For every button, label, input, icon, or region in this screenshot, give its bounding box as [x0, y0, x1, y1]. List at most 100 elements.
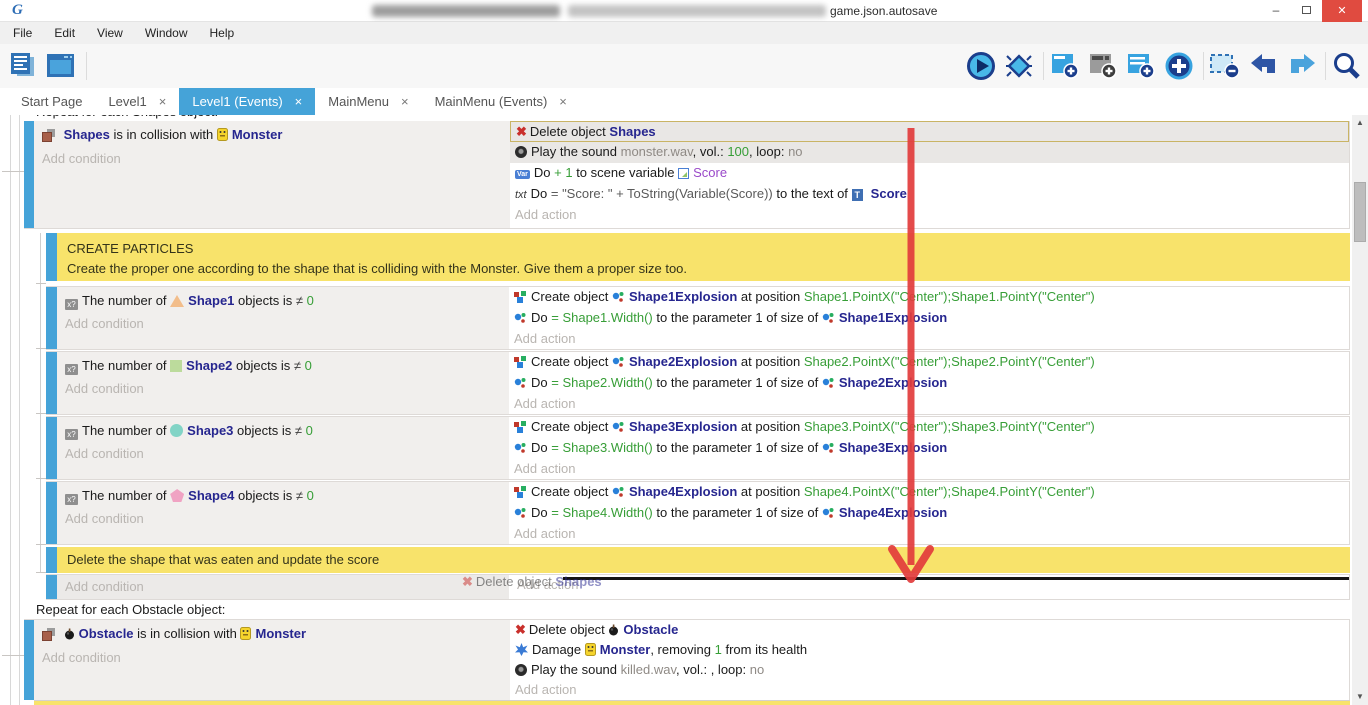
scene-editor-icon[interactable] — [46, 51, 76, 81]
add-action-link[interactable]: Add action — [510, 205, 1349, 226]
add-action-link[interactable]: Add action — [509, 394, 1349, 414]
scroll-down-icon[interactable]: ▼ — [1352, 689, 1368, 705]
conditions-cell[interactable]: Shapes is in collision with Monster Add … — [34, 121, 510, 228]
action-size-shape4explosion[interactable]: Do = Shape4.Width() to the parameter 1 o… — [509, 503, 1349, 524]
add-condition-link[interactable]: Add condition — [65, 511, 501, 526]
action-create-shape1explosion[interactable]: Create object Shape1Explosion at positio… — [509, 287, 1349, 308]
action-create-shape3explosion[interactable]: Create object Shape3Explosion at positio… — [509, 417, 1349, 438]
comment-create-particles[interactable]: CREATE PARTICLES Create the proper one a… — [46, 233, 1350, 281]
menu-help[interactable]: Help — [199, 22, 246, 44]
conditions-cell[interactable]: x?The number of Shape3 objects is ≠ 0 Ad… — [57, 417, 509, 479]
tree-connector — [36, 348, 46, 349]
action-delete-obstacle[interactable]: ✖Delete object Obstacle — [510, 620, 1349, 640]
action-play-sound-killed[interactable]: Play the sound killed.wav, vol.: , loop:… — [510, 660, 1349, 680]
add-comment-icon[interactable] — [1126, 51, 1156, 81]
minimize-button[interactable]: – — [1262, 0, 1290, 22]
actions-cell: Create object Shape2Explosion at positio… — [509, 352, 1349, 414]
add-condition-link[interactable]: Add condition — [65, 316, 501, 331]
tab-level1-events[interactable]: Level1 (Events)× — [179, 88, 315, 115]
particles-icon — [514, 442, 527, 458]
collision-icon — [42, 628, 56, 640]
event-selection-bar — [46, 352, 57, 414]
toolbar — [0, 44, 1368, 88]
add-condition-link[interactable]: Add condition — [65, 446, 501, 461]
menu-file[interactable]: File — [2, 22, 43, 44]
action-size-shape3explosion[interactable]: Do = Shape3.Width() to the parameter 1 o… — [509, 438, 1349, 459]
condition-shapes-collision[interactable]: Shapes is in collision with Monster — [42, 126, 502, 145]
play-icon[interactable] — [966, 51, 996, 81]
action-create-shape4explosion[interactable]: Create object Shape4Explosion at positio… — [509, 482, 1349, 503]
close-tab-icon[interactable]: × — [559, 94, 567, 109]
menu-edit[interactable]: Edit — [43, 22, 86, 44]
event-shape4-particles[interactable]: x?The number of Shape4 objects is ≠ 0 Ad… — [46, 481, 1350, 545]
event-shape1-particles[interactable]: x?The number of Shape1 objects is ≠ 0 Ad… — [46, 286, 1350, 350]
conditions-cell[interactable]: x?The number of Shape2 objects is ≠ 0 Ad… — [57, 352, 509, 414]
event-selection-bar — [46, 547, 57, 573]
add-condition-link[interactable]: Add condition — [42, 650, 502, 665]
tab-level1[interactable]: Level1× — [95, 88, 179, 115]
conditions-cell[interactable]: x?The number of Shape1 objects is ≠ 0 Ad… — [57, 287, 509, 349]
tab-mainmenu-events[interactable]: MainMenu (Events)× — [422, 88, 580, 115]
action-delete-shapes[interactable]: ✖Delete object Shapes — [510, 121, 1349, 142]
event-selection-bar — [46, 233, 57, 281]
conditions-cell[interactable]: x?The number of Shape4 objects is ≠ 0 Ad… — [57, 482, 509, 544]
event-shape3-particles[interactable]: x?The number of Shape3 objects is ≠ 0 Ad… — [46, 416, 1350, 480]
close-tab-icon[interactable]: × — [295, 94, 303, 109]
bomb-icon — [64, 627, 75, 644]
condition-count-shape4[interactable]: x?The number of Shape4 objects is ≠ 0 — [65, 487, 501, 505]
event-obstacle-collision[interactable]: Obstacle is in collision with Monster Ad… — [24, 619, 1350, 700]
condition-count-shape2[interactable]: x?The number of Shape2 objects is ≠ 0 — [65, 357, 501, 375]
particles-icon — [514, 312, 527, 328]
undo-icon[interactable] — [1249, 51, 1279, 81]
debug-icon[interactable] — [1004, 51, 1034, 81]
event-repeat-obstacle-header[interactable]: Repeat for each Obstacle object: — [36, 602, 225, 617]
add-condition-link[interactable]: Add condition — [65, 579, 144, 594]
tab-start-page[interactable]: Start Page — [8, 88, 95, 115]
close-tab-icon[interactable]: × — [401, 94, 409, 109]
search-icon[interactable] — [1331, 51, 1361, 81]
condition-count-shape3[interactable]: x?The number of Shape3 objects is ≠ 0 — [65, 422, 501, 440]
close-button[interactable]: ✕ — [1322, 0, 1362, 22]
conditions-cell[interactable]: Add condition — [57, 575, 509, 599]
action-size-shape1explosion[interactable]: Do = Shape1.Width() to the parameter 1 o… — [509, 308, 1349, 329]
scroll-up-icon[interactable]: ▲ — [1352, 115, 1368, 131]
shape1-triangle-icon — [170, 295, 184, 307]
tree-connector — [36, 478, 46, 479]
event-shape2-particles[interactable]: x?The number of Shape2 objects is ≠ 0 Ad… — [46, 351, 1350, 415]
add-subevent-icon[interactable] — [1088, 51, 1118, 81]
action-size-shape2explosion[interactable]: Do = Shape2.Width() to the parameter 1 o… — [509, 373, 1349, 394]
add-action-link[interactable]: Add action — [509, 329, 1349, 349]
gdevelop-window: G game.json.autosave – ✕ File Edit View … — [0, 0, 1368, 705]
add-action-link[interactable]: Add action — [509, 524, 1349, 544]
action-create-shape2explosion[interactable]: Create object Shape2Explosion at positio… — [509, 352, 1349, 373]
comment-delete-shape[interactable]: Delete the shape that was eaten and upda… — [46, 547, 1350, 573]
delete-selection-icon[interactable] — [1209, 51, 1239, 81]
action-damage-monster[interactable]: Damage Monster, removing 1 from its heal… — [510, 640, 1349, 660]
add-condition-link[interactable]: Add condition — [42, 151, 502, 166]
event-selection-bar — [46, 482, 57, 544]
add-condition-link[interactable]: Add condition — [65, 381, 501, 396]
tab-mainmenu[interactable]: MainMenu× — [315, 88, 421, 115]
add-action-link[interactable]: Add action — [509, 459, 1349, 479]
action-set-score-text[interactable]: txtDo = "Score: " + ToString(Variable(Sc… — [510, 184, 1349, 205]
vertical-scrollbar[interactable]: ▲ ▼ — [1352, 115, 1368, 705]
conditions-cell[interactable]: Obstacle is in collision with Monster Ad… — [34, 620, 510, 700]
add-action-link[interactable]: Add action — [510, 680, 1349, 700]
project-manager-icon[interactable] — [8, 51, 38, 81]
action-increment-score[interactable]: VarDo + 1 to scene variable Score — [510, 163, 1349, 184]
tree-connector — [2, 655, 24, 656]
particles-icon — [822, 312, 835, 328]
add-event-icon[interactable] — [1050, 51, 1080, 81]
condition-count-shape1[interactable]: x?The number of Shape1 objects is ≠ 0 — [65, 292, 501, 310]
event-shapes-collision[interactable]: Shapes is in collision with Monster Add … — [24, 121, 1350, 229]
menu-window[interactable]: Window — [134, 22, 199, 44]
restore-button[interactable] — [1292, 0, 1320, 22]
scrollbar-thumb[interactable] — [1354, 182, 1366, 242]
redo-icon[interactable] — [1287, 51, 1317, 81]
close-tab-icon[interactable]: × — [159, 94, 167, 109]
add-other-event-icon[interactable] — [1164, 51, 1194, 81]
menu-view[interactable]: View — [86, 22, 134, 44]
create-object-icon — [514, 356, 527, 372]
condition-obstacle-collision[interactable]: Obstacle is in collision with Monster — [42, 625, 502, 644]
action-play-sound-monster[interactable]: Play the sound monster.wav, vol.: 100, l… — [510, 142, 1349, 163]
